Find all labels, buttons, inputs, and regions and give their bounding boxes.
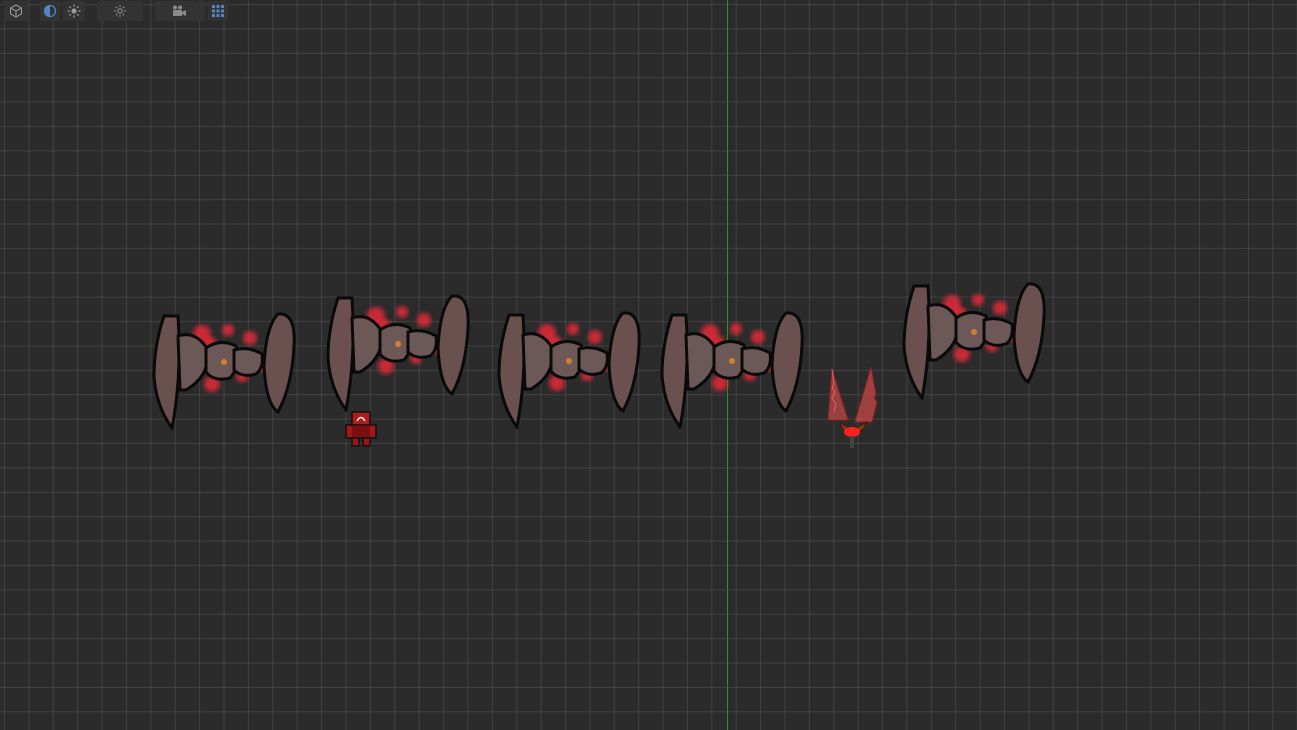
camera-icon [173, 5, 186, 16]
half-circle-icon [43, 4, 57, 18]
lighting-button[interactable] [63, 1, 85, 21]
grid-icon [212, 5, 224, 17]
grid-button[interactable] [208, 1, 228, 21]
scene-toolbar [0, 0, 228, 22]
player[interactable] [343, 410, 379, 448]
sun-icon [67, 4, 81, 18]
enemy-5[interactable] [900, 276, 1050, 400]
sun-dropdown-icon [114, 5, 126, 17]
camera-button[interactable] [155, 1, 205, 21]
view-3d-button[interactable] [4, 1, 28, 21]
enemy-1[interactable] [150, 306, 300, 430]
cube-icon [10, 4, 22, 18]
lighting-dropdown-button[interactable] [97, 1, 143, 21]
scene-viewport[interactable] [0, 0, 1297, 730]
render-mode-button[interactable] [40, 1, 60, 21]
enemy-3[interactable] [495, 305, 645, 429]
ship[interactable] [822, 364, 882, 454]
enemy-2[interactable] [324, 288, 474, 412]
enemy-4[interactable] [658, 305, 808, 429]
